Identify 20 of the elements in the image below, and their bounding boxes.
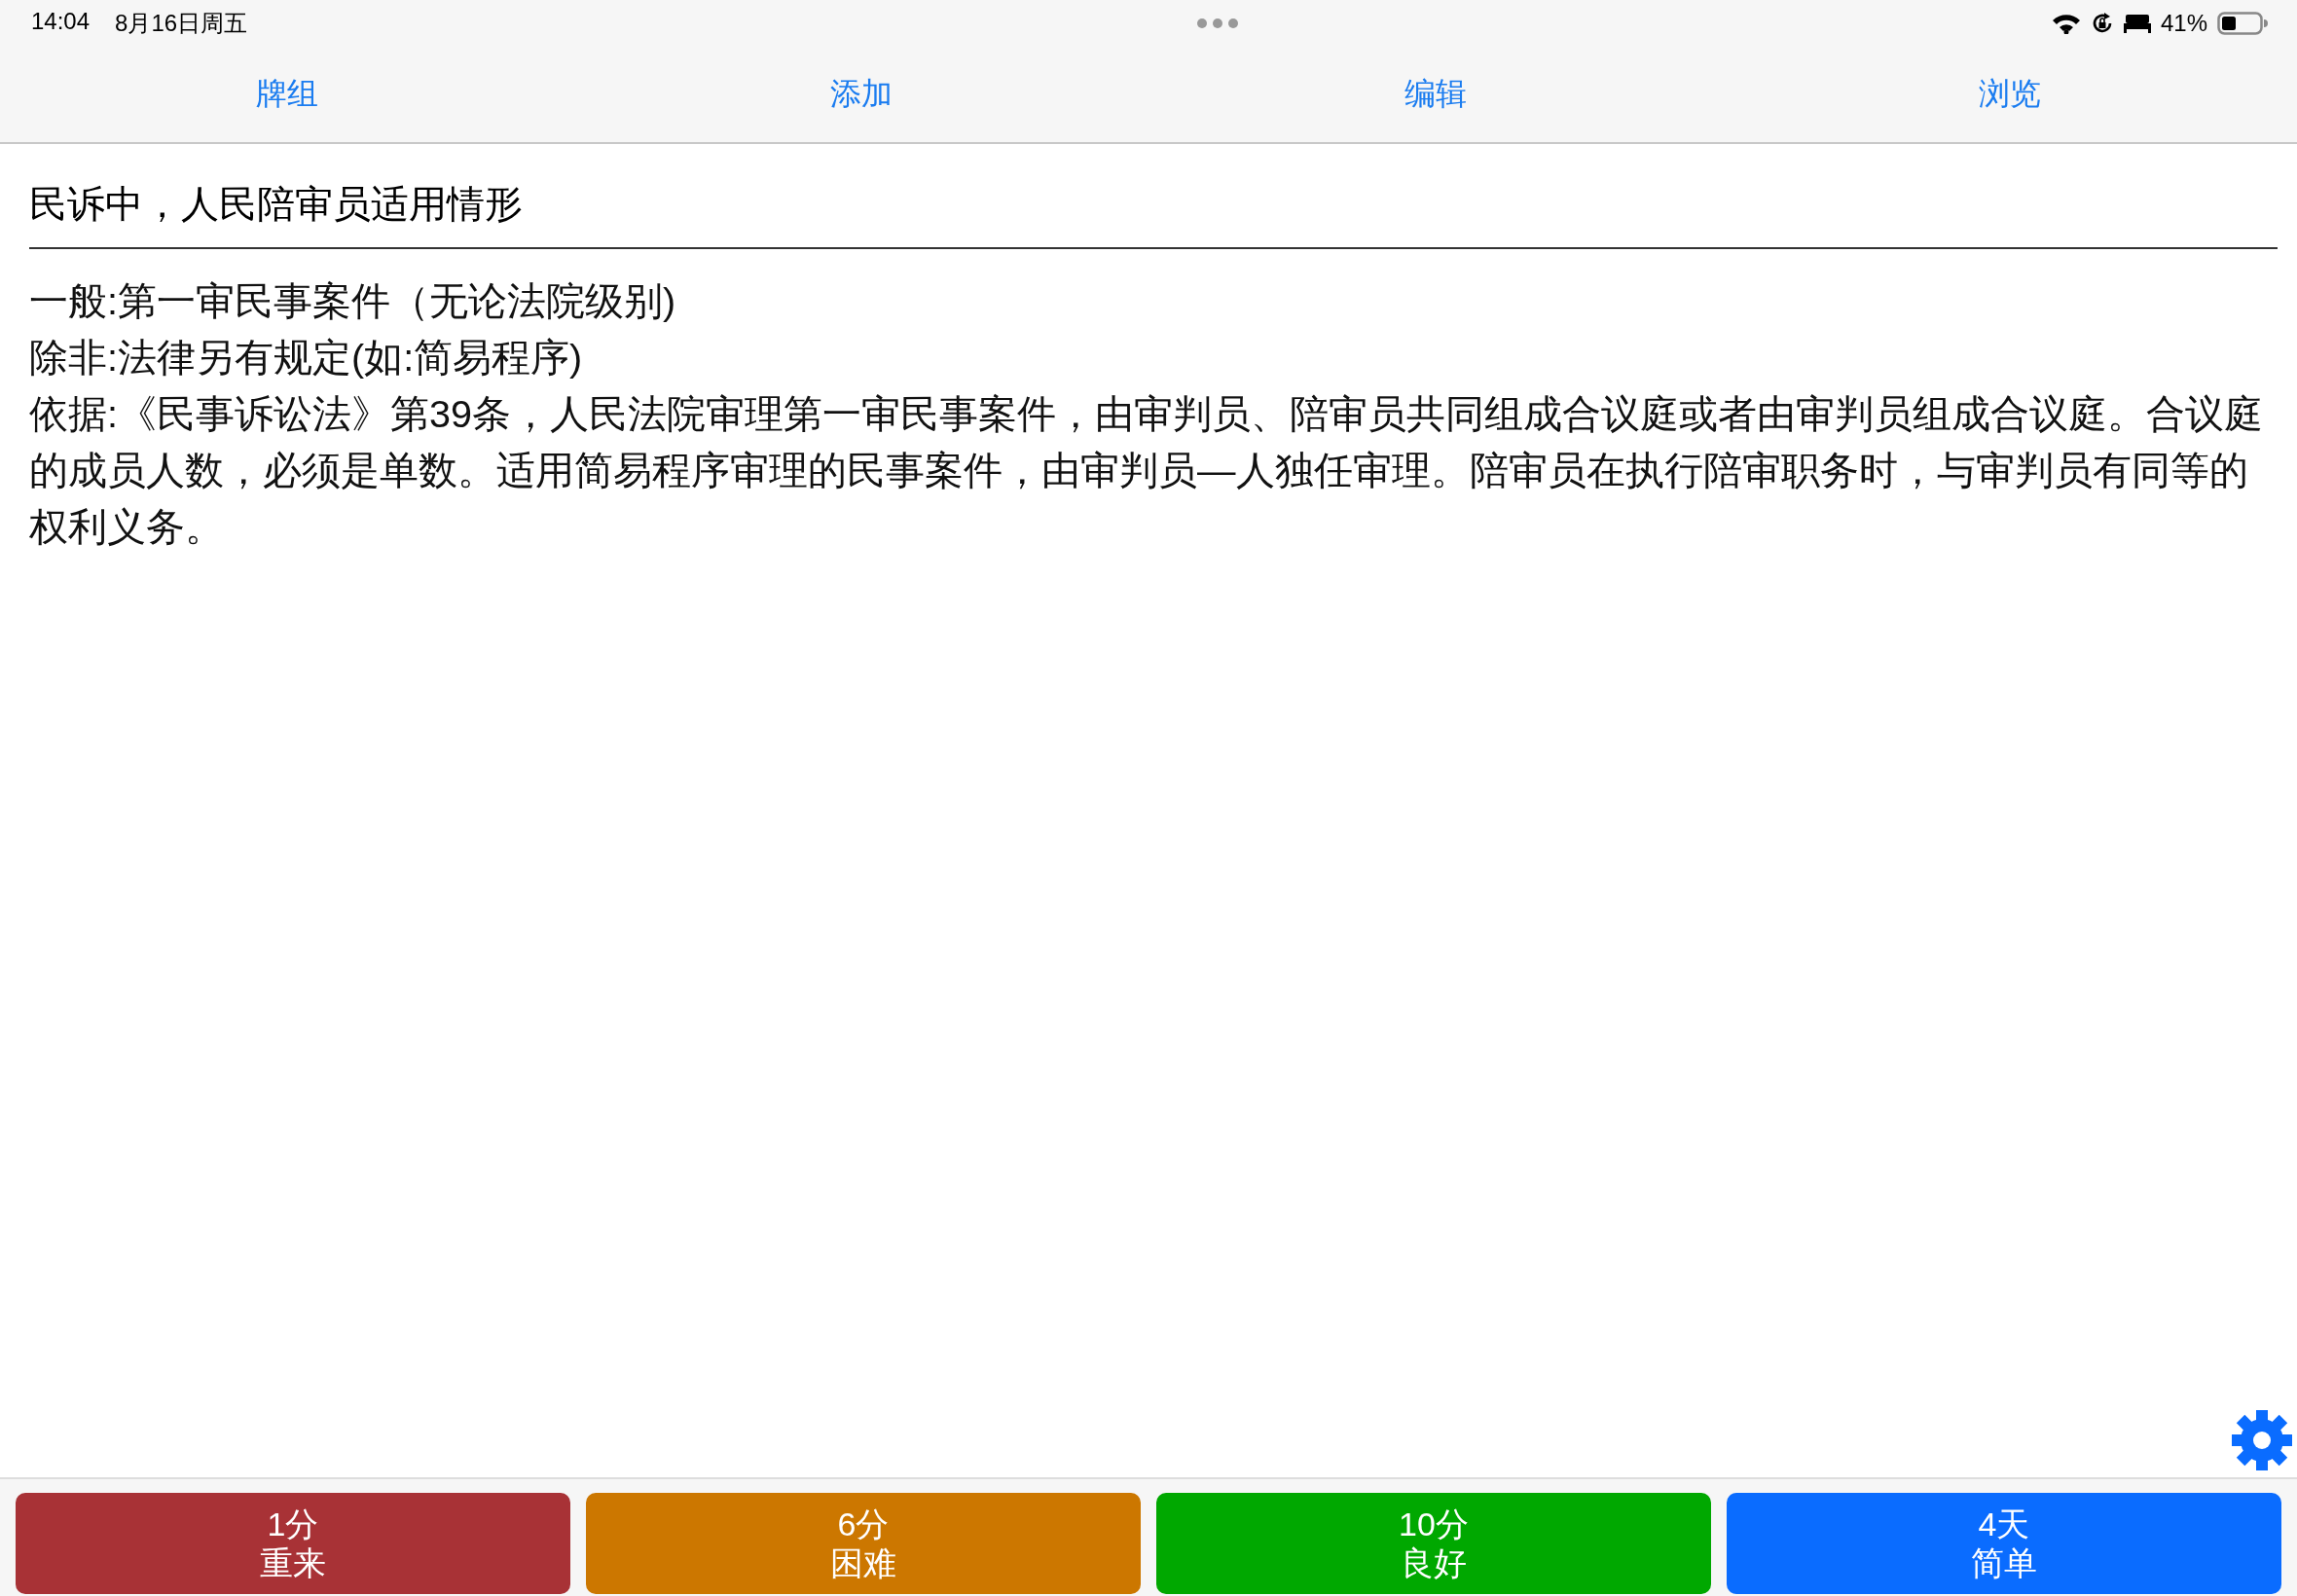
answer-button[interactable]: 10分 良好	[1156, 1493, 1711, 1594]
nav-tab[interactable]: 浏览	[1723, 47, 2297, 142]
status-date: 8月16日周五	[115, 9, 248, 38]
battery-percentage: 41%	[2160, 10, 2207, 37]
answer-paragraph: 依据:《民事诉讼法》第39条，人民法院审理第一审民事案件，由审判员、陪审员共同组成合议庭或者由审判员组成合议庭。合议庭的成员人数，必须是单数。适用简易程序审理的民事案件，由审判员—人独任审理。陪审员在执行陪审职务时，与审判员有同等的权利义务。	[29, 391, 2264, 550]
wifi-icon	[2051, 13, 2081, 34]
card-question: 民诉中，人民陪审员适用情形	[29, 182, 524, 227]
answer-paragraph: 一般:第一审民事案件（无论法院级别)	[29, 278, 677, 324]
answer-button[interactable]: 1分 重来	[16, 1493, 570, 1594]
nav-tab[interactable]: 牌组	[0, 47, 574, 142]
bed-icon	[2123, 14, 2151, 33]
answer-button[interactable]: 4天 简单	[1727, 1493, 2281, 1594]
status-time: 14:04	[31, 8, 91, 36]
answer-button[interactable]: 6分 困难	[586, 1493, 1141, 1594]
answer-paragraph: 除非:法律另有规定(如:简易程序)	[29, 335, 584, 381]
battery-icon	[2217, 12, 2268, 35]
nav-tab[interactable]: 编辑	[1148, 47, 1723, 142]
settings-icon[interactable]	[2231, 1409, 2293, 1471]
nav-tab[interactable]: 添加	[574, 47, 1148, 142]
multitasking-dots-icon[interactable]	[1196, 18, 1240, 29]
